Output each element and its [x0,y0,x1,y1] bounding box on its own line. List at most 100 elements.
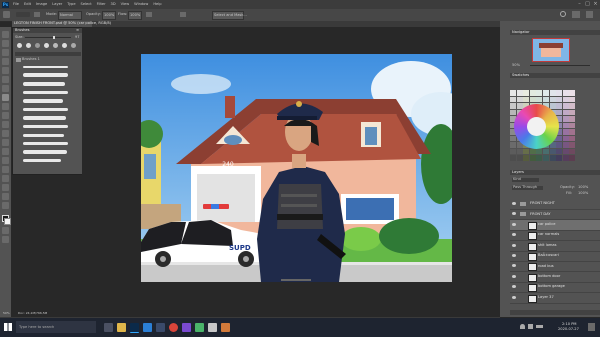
menu-item-view[interactable]: View [121,2,130,7]
layer-filter-kind[interactable]: Kind [512,177,539,182]
visibility-eye-icon[interactable] [512,202,516,205]
mode-select[interactable]: Normal [58,11,82,20]
color-swatch[interactable] [569,109,576,116]
color-swatch[interactable] [510,90,516,96]
select-and-mask-button[interactable]: Select and Mask... [212,11,247,20]
brush-stroke-preview[interactable] [23,142,68,145]
wifi-icon[interactable] [520,324,525,329]
menu-item-edit[interactable]: Edit [24,2,31,7]
maximize-icon[interactable]: □ [585,1,590,7]
color-swatch[interactable] [536,155,543,161]
layer-row[interactable]: FRONT DAY [510,209,600,221]
color-swatch[interactable] [510,135,516,142]
color-swatch[interactable] [510,148,516,155]
path-select-tool-icon[interactable] [2,175,9,182]
color-swatch[interactable] [569,90,576,96]
color-swatch[interactable] [562,96,569,103]
menu-item-window[interactable]: Window [134,2,148,7]
color-swatch[interactable] [556,103,563,109]
toggle-brush-panel-icon[interactable] [34,12,40,17]
share-icon[interactable] [586,11,593,18]
color-swatch[interactable] [562,109,569,116]
photoshop-logo-icon[interactable]: Ps [2,1,9,8]
brush-stroke-preview[interactable] [23,116,66,120]
brush-stroke-preview[interactable] [23,108,68,111]
layer-row[interactable]: road bus [510,261,600,273]
brush-stroke-preview[interactable] [23,91,68,94]
brush-stroke-preview[interactable] [23,159,61,162]
color-swatch[interactable] [549,155,556,161]
healing-tool-icon[interactable] [2,85,9,92]
color-swatch[interactable] [523,148,530,155]
color-swatch[interactable] [556,90,563,96]
color-swatch[interactable] [569,155,576,161]
layer-row[interactable]: car normals [510,230,600,242]
layer-row[interactable]: shit lomas [510,241,600,252]
color-swatch[interactable] [562,129,569,135]
airbrush-icon[interactable] [146,12,152,17]
steam-icon[interactable] [156,323,165,332]
hand-tool-icon[interactable] [2,193,9,200]
color-swatch[interactable] [510,103,516,109]
windows-start-icon[interactable] [4,323,12,331]
brush-stroke-preview[interactable] [23,99,63,103]
color-swatch[interactable] [523,155,530,161]
color-swatch[interactable] [523,90,530,96]
clock-date[interactable]: 2020-07-27 [558,327,579,332]
layer-row[interactable]: FRONT NIGHT [510,199,600,210]
color-swatch[interactable] [569,135,576,142]
color-swatch[interactable] [556,155,563,161]
layer-blend-mode-select[interactable]: Pass Through [512,185,543,190]
shape-tool-icon[interactable] [2,184,9,191]
brush-tip-icon[interactable] [26,43,31,48]
color-swatch[interactable] [569,116,576,122]
color-swatch[interactable] [562,148,569,155]
move-tool-icon[interactable] [2,31,9,38]
battery-icon[interactable] [536,325,543,328]
app-icon[interactable] [182,323,191,332]
blur-tool-icon[interactable] [2,139,9,146]
layer-row[interactable]: bottom garage [510,282,600,294]
visibility-eye-icon[interactable] [512,274,516,278]
quick-mask-icon[interactable] [2,227,9,234]
app-icon[interactable] [195,323,204,332]
color-swatch[interactable] [569,103,576,109]
chrome-icon[interactable] [169,323,178,332]
visibility-eye-icon[interactable] [512,243,516,247]
brush-tip-icon[interactable] [71,43,76,48]
color-swatch[interactable] [549,148,556,155]
color-swatch[interactable] [510,96,516,103]
taskbar-search-box[interactable]: Type here to search [16,321,96,333]
gradient-tool-icon[interactable] [2,130,9,137]
color-swatch[interactable] [510,155,516,161]
layer-row[interactable]: bottom door [510,272,600,283]
navigator-thumbnail[interactable] [532,38,570,62]
app-icon[interactable] [221,323,230,332]
color-swatch[interactable] [549,90,556,96]
brush-tip-icon[interactable] [62,43,67,48]
panel-menu-icon[interactable]: ≡ [76,28,79,33]
color-swatch[interactable] [556,148,563,155]
color-swatch[interactable] [556,96,563,103]
layer-fill-value[interactable]: 100% [578,191,588,196]
eyedropper-tool-icon[interactable] [2,76,9,83]
brush-tip-icon[interactable] [44,43,49,48]
pen-tool-icon[interactable] [2,157,9,164]
brush-size-slider[interactable] [25,37,71,38]
navigator-zoom[interactable]: 50% [512,63,520,68]
document-canvas[interactable]: 240 SUPD [141,54,452,282]
color-swatch[interactable] [562,90,569,96]
opacity-field[interactable]: 100% [102,11,116,20]
visibility-eye-icon[interactable] [512,254,516,257]
color-swatch[interactable] [562,135,569,142]
photoshop-taskbar-icon[interactable] [130,323,139,333]
workspace-icon[interactable] [572,11,580,18]
color-swatch[interactable] [569,96,576,103]
color-swatch[interactable] [562,103,569,109]
app-icon[interactable] [208,323,217,332]
color-swatch[interactable] [536,96,543,103]
color-swatch[interactable] [556,109,563,116]
eraser-tool-icon[interactable] [2,121,9,128]
menu-item-select[interactable]: Select [81,2,92,7]
menu-item-file[interactable]: File [13,2,19,7]
